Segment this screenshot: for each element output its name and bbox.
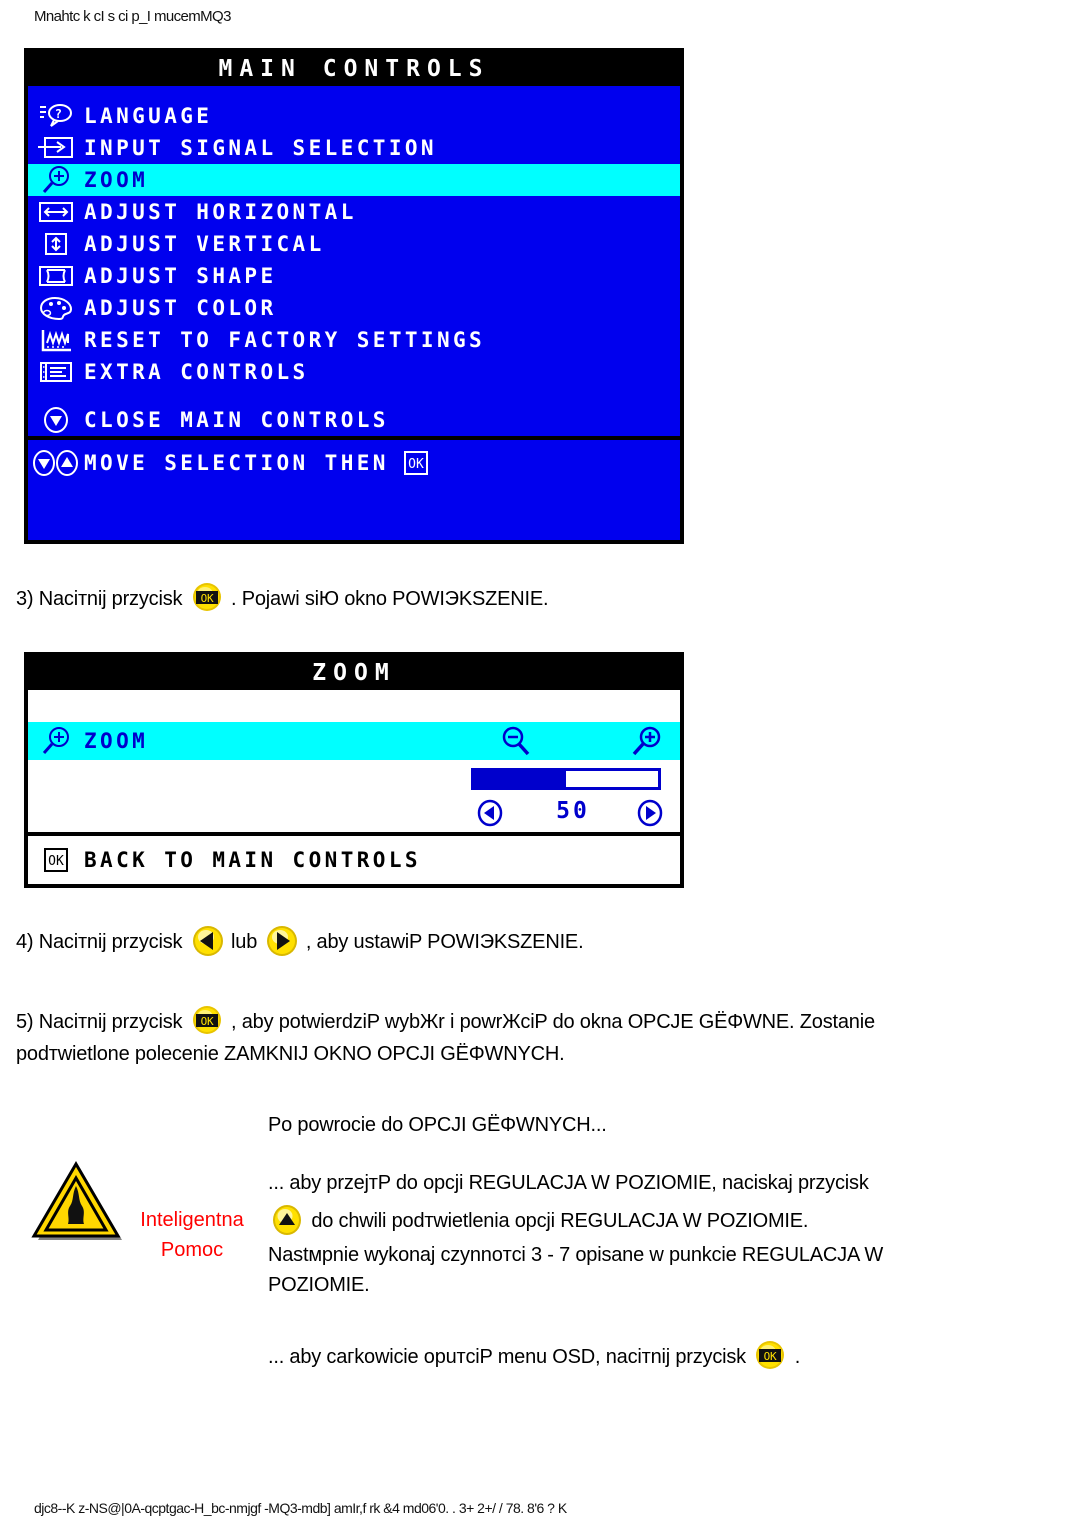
help-p1-line-a: ... aby przejтP do opcji REGULACJA W POZ… [268,1172,869,1194]
after-return-text: Po powrocie do OPCJI GЁΦWNYCH... [268,1114,607,1136]
menu-item-adjust-horizontal[interactable]: ADJUST HORIZONTAL [28,196,680,228]
ok-button-icon[interactable]: OK [192,1005,222,1035]
menu-item-extra-controls[interactable]: EXTRA CONTROLS [28,356,680,388]
adjust-vertical-icon [28,231,84,257]
menu-item-label: ZOOM [84,168,149,192]
input-signal-icon [28,135,84,161]
main-controls-list: ? LANGUAGE INPUT SIGNAL SELECTION ZOOM A… [28,86,680,436]
document-header-text: Mnahtc k cI s ci p_I mucemMQ3 [34,8,231,25]
menu-item-label: EXTRA CONTROLS [84,360,309,384]
zoom-panel-body: ZOOM 50 [28,690,680,836]
zoom-row-label: ZOOM [84,729,149,753]
left-arrow-icon[interactable] [476,798,504,832]
exit-text-a: ... aby caгkowicie opuтciP menu OSD, nac… [268,1346,746,1368]
menu-item-label: RESET TO FACTORY SETTINGS [84,328,486,352]
step-5-text-b: , aby potwierdziP wybЖr i powrЖciP do ok… [231,1011,875,1033]
exit-osd-paragraph: ... aby caгkowicie opuтciP menu OSD, nac… [268,1340,1028,1372]
magnifier-plus-icon[interactable] [630,726,666,764]
zoom-row[interactable]: ZOOM [28,722,680,760]
left-arrow-button-icon[interactable] [192,925,223,956]
ok-button-icon[interactable]: OK [192,582,222,612]
menu-item-label: ADJUST COLOR [84,296,277,320]
exit-text-b: . [794,1346,801,1368]
menu-item-zoom[interactable]: ZOOM [28,164,680,196]
reset-factory-icon [28,327,84,353]
menu-item-label: ADJUST HORIZONTAL [84,200,357,224]
zoom-value: 50 [556,798,590,824]
help-paragraph-1: ... aby przejтP do opcji REGULACJA W POZ… [268,1168,1028,1236]
menu-item-language[interactable]: ? LANGUAGE [28,100,680,132]
menu-item-adjust-vertical[interactable]: ADJUST VERTICAL [28,228,680,260]
step-4-text-a: 4) Naciтnij przycisk [16,931,183,953]
right-arrow-button-icon[interactable] [266,925,298,956]
step-4-text-mid: lub [231,931,258,953]
warning-triangle-icon [30,1160,122,1249]
zoom-footer-label: BACK TO MAIN CONTROLS [84,848,421,872]
step-3-text-b: . Pojawi siЮ okno POWIЭKSZENIE. [231,588,549,610]
ok-button-icon[interactable]: OK [755,1340,785,1370]
help-paragraph-2: Nastмpnie wykonaj czynnoтci 3 - 7 opisan… [268,1244,884,1296]
up-arrow-button-icon[interactable] [272,1204,302,1235]
menu-spacer [28,388,680,404]
extra-controls-icon [28,359,84,385]
svg-text:OK: OK [764,1350,777,1363]
svg-text:?: ? [55,107,66,121]
menu-item-close-main-controls[interactable]: CLOSE MAIN CONTROLS [28,404,680,436]
step-5-text-a: 5) Naciтnij przycisk [16,1011,183,1033]
step-4-text-b: , aby ustawiP POWIЭKSZENIE. [305,931,584,953]
svg-text:OK: OK [200,1015,213,1028]
menu-item-reset-to-factory-settings[interactable]: RESET TO FACTORY SETTINGS [28,324,680,356]
menu-item-label: ADJUST SHAPE [84,264,277,288]
zoom-panel-footer-bar: OK BACK TO MAIN CONTROLS [28,832,680,884]
magnifier-minus-icon[interactable] [498,726,534,764]
svg-text:OK: OK [48,854,64,869]
down-arrow-icon [28,405,84,435]
step-5-paragraph: 5) Naciтnij przycisk OK , aby potwierdzi… [16,1005,1036,1069]
zoom-magnifier-icon [28,726,84,756]
svg-text:OK: OK [200,592,213,605]
help-p1-line-b: do chwili podтwietlenia opcji REGULACJA … [311,1210,809,1232]
smart-help-label: Inteligentna Pomoc [112,1205,272,1265]
svg-text:OK: OK [408,457,424,472]
step-3-paragraph: 3) Naciтnij przycisk OK . Pojawi siЮ okn… [16,582,1056,614]
smart-help-label-line2: Pomoc [160,1239,224,1261]
zoom-magnifier-icon [28,165,84,195]
ok-button-icon: OK [403,450,429,476]
zoom-osd-panel: ZOOM ZOOM 50 OK BACK TO MAIN CONTROLS [24,652,684,888]
main-controls-title: MAIN CONTROLS [28,52,680,86]
menu-item-label: INPUT SIGNAL SELECTION [84,136,437,160]
zoom-panel-title: ZOOM [28,656,680,690]
adjust-color-icon [28,295,84,321]
step-3-text-a: 3) Naciтnij przycisk [16,588,183,610]
down-up-arrow-icons [28,448,84,478]
ok-button-icon: OK [28,847,84,873]
menu-item-label: LANGUAGE [84,104,213,128]
menu-item-input-signal-selection[interactable]: INPUT SIGNAL SELECTION [28,132,680,164]
menu-item-label: CLOSE MAIN CONTROLS [84,408,389,432]
document-footer-text: djc8--K z-NS@|0A-qcptgac-H_bc-nmjgf -MQ3… [34,1500,567,1516]
right-arrow-icon[interactable] [636,798,664,832]
zoom-slider-track[interactable] [471,768,661,790]
language-icon: ? [28,103,84,129]
menu-item-adjust-shape[interactable]: ADJUST SHAPE [28,260,680,292]
smart-help-label-line1: Inteligentna [140,1209,244,1231]
step-4-paragraph: 4) Naciтnij przycisk lub , aby ustawiP P… [16,925,1056,957]
main-controls-osd-panel: MAIN CONTROLS ? LANGUAGE INPUT SIGNAL SE… [24,48,684,544]
menu-item-adjust-color[interactable]: ADJUST COLOR [28,292,680,324]
zoom-slider-fill [474,771,566,787]
main-controls-footer-bar: MOVE SELECTION THEN OK [28,436,680,486]
adjust-horizontal-icon [28,199,84,225]
menu-item-label: ADJUST VERTICAL [84,232,325,256]
adjust-shape-icon [28,263,84,289]
footer-label: MOVE SELECTION THEN [84,451,389,475]
step-5-line-2: podтwietlone polecenie ZAMKNIJ OKNO OPCJ… [16,1043,565,1065]
